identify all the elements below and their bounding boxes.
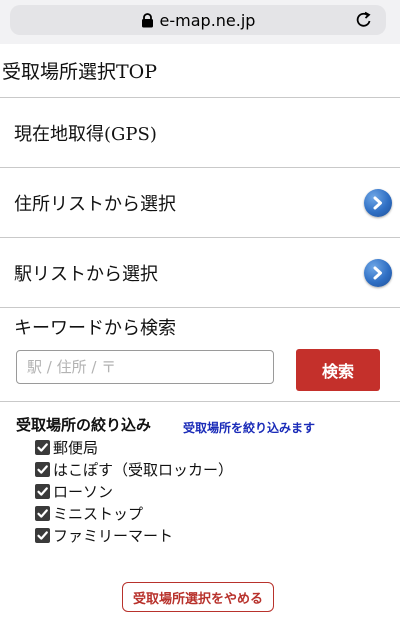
filter-option-label: ミニストップ (53, 504, 144, 523)
filter-option-hakopost[interactable]: はこぽす（受取ロッカー） (35, 458, 233, 480)
filter-option-post-office[interactable]: 郵便局 (35, 436, 233, 458)
checkmark-icon (37, 486, 48, 496)
url-text: e-map.ne.jp (159, 10, 256, 30)
filter-options: 郵便局 はこぽす（受取ロッカー） ローソン ミニストップ ファミリーマート (35, 436, 233, 546)
keyword-search-label: キーワードから検索 (14, 318, 176, 339)
checkbox[interactable] (35, 505, 50, 521)
checkmark-icon (37, 530, 48, 540)
checkbox[interactable] (35, 483, 50, 499)
station-list-label: 駅リストから選択 (14, 263, 158, 285)
browser-address-bar: e-map.ne.jp (0, 0, 400, 44)
reload-icon[interactable] (354, 10, 374, 30)
gps-location-button[interactable]: 現在地取得(GPS) (0, 98, 400, 168)
page-title: 受取場所選択TOP (0, 44, 400, 98)
chevron-right-icon[interactable] (364, 189, 392, 217)
search-button[interactable]: 検索 (296, 349, 380, 391)
filter-option-label: はこぽす（受取ロッカー） (53, 460, 234, 479)
filter-option-label: ローソン (53, 482, 114, 501)
address-list-button[interactable]: 住所リストから選択 (0, 168, 400, 238)
filter-option-lawson[interactable]: ローソン (35, 480, 233, 502)
checkbox[interactable] (35, 439, 50, 455)
chevron-right-icon[interactable] (364, 259, 392, 287)
checkmark-icon (37, 464, 48, 474)
lock-icon (141, 12, 153, 27)
url-field[interactable]: e-map.ne.jp (10, 5, 386, 35)
filter-option-label: 郵便局 (53, 438, 99, 457)
checkbox[interactable] (35, 527, 50, 543)
checkmark-icon (37, 508, 48, 518)
divider (0, 401, 400, 402)
address-list-label: 住所リストから選択 (14, 193, 176, 215)
cancel-selection-button[interactable]: 受取場所選択をやめる (122, 582, 274, 612)
gps-location-label: 現在地取得(GPS) (14, 123, 157, 145)
filter-title: 受取場所の絞り込み (16, 416, 152, 434)
filter-option-ministop[interactable]: ミニストップ (35, 502, 233, 524)
station-list-button[interactable]: 駅リストから選択 (0, 238, 400, 308)
search-input[interactable] (16, 350, 274, 384)
filter-option-label: ファミリーマート (53, 526, 174, 545)
checkbox[interactable] (35, 461, 50, 477)
checkmark-icon (37, 442, 48, 452)
filter-hint: 受取場所を絞り込みます (183, 421, 316, 435)
filter-option-familymart[interactable]: ファミリーマート (35, 524, 233, 546)
